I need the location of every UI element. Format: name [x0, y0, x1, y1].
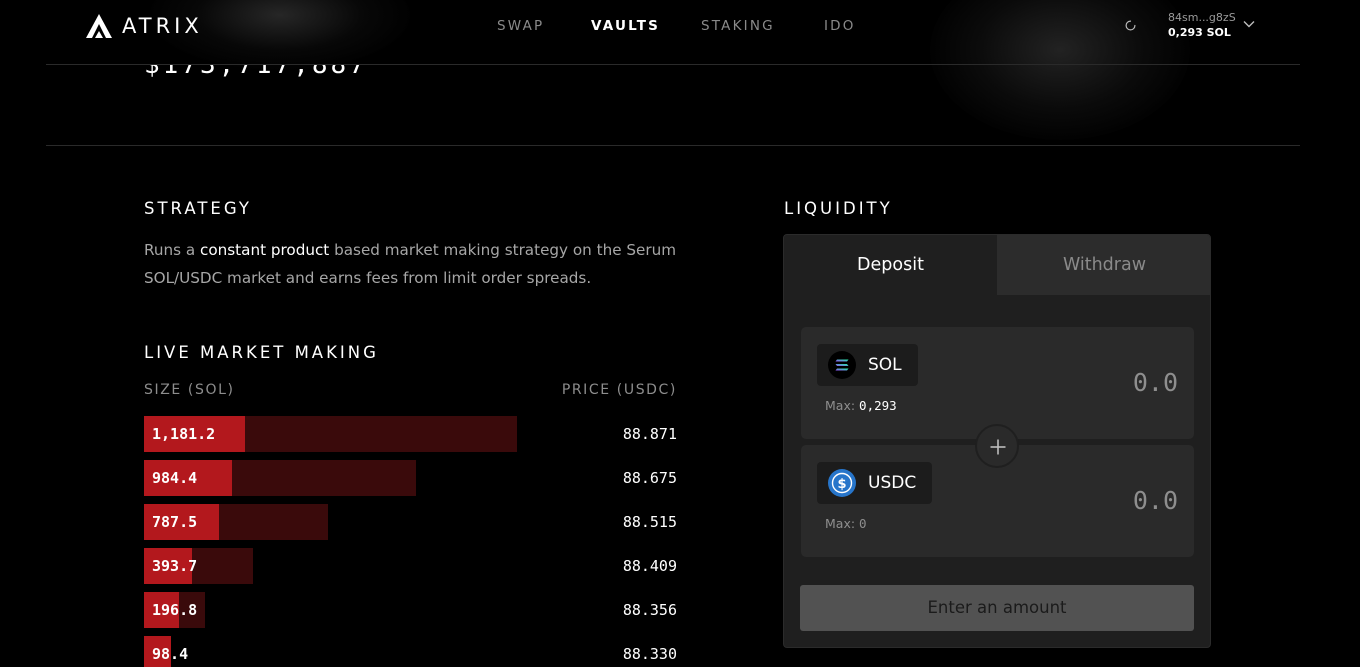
strategy-highlight: constant product	[200, 241, 330, 259]
sol-token-selector[interactable]: SOL	[817, 344, 918, 386]
size-column-header: SIZE (SOL)	[144, 382, 235, 398]
chevron-down-icon[interactable]	[1243, 20, 1255, 28]
order-size: 787.5	[152, 513, 198, 531]
wallet-balance: 0,293 SOL	[1168, 26, 1231, 39]
usdc-token-name: USDC	[868, 473, 917, 493]
nav-vaults[interactable]: VAULTS	[591, 18, 660, 34]
order-size: 1,181.2	[152, 425, 216, 443]
order-row: 984.4 88.675	[144, 460, 677, 496]
tab-withdraw[interactable]: Withdraw	[997, 235, 1210, 295]
strategy-desc-text: Runs a	[144, 241, 200, 259]
order-price: 88.515	[622, 513, 677, 531]
order-size: 196.8	[152, 601, 198, 619]
divider	[46, 145, 1300, 146]
order-row: 787.5 88.515	[144, 504, 677, 540]
top-navbar: ATRIX SWAP VAULTS STAKING IDO 84sm...g8z…	[0, 0, 1360, 52]
nav-swap[interactable]: SWAP	[497, 18, 544, 34]
loading-spinner-icon	[1125, 20, 1136, 31]
liquidity-panel: Deposit Withdraw SOL Max: 0,293 0.0 $ US…	[783, 234, 1211, 648]
order-price: 88.871	[622, 425, 677, 443]
liquidity-title: LIQUIDITY	[784, 199, 893, 218]
sol-max-value: 0,293	[859, 398, 897, 413]
order-row: 1,181.2 88.871	[144, 416, 677, 452]
order-price: 88.409	[622, 557, 677, 575]
page: $173,717,887 ATRIX SWAP VAULTS STAKING I…	[0, 0, 1360, 667]
order-price: 88.675	[622, 469, 677, 487]
add-pair-button[interactable]	[975, 424, 1019, 468]
strategy-title: STRATEGY	[144, 199, 252, 218]
wallet-address: 84sm...g8zS	[1168, 11, 1236, 24]
sol-input-box: SOL Max: 0,293	[801, 327, 1194, 439]
plus-icon	[990, 439, 1006, 455]
solana-icon	[828, 351, 856, 379]
tab-deposit[interactable]: Deposit	[784, 235, 997, 295]
price-column-header: PRICE (USDC)	[561, 382, 677, 398]
order-size: 393.7	[152, 557, 198, 575]
nav-ido[interactable]: IDO	[824, 18, 856, 34]
sol-token-name: SOL	[868, 355, 902, 375]
live-market-making-title: LIVE MARKET MAKING	[144, 343, 379, 362]
max-label: Max:	[825, 398, 856, 413]
order-size: 984.4	[152, 469, 198, 487]
order-row: 393.7 88.409	[144, 548, 677, 584]
divider	[46, 64, 1300, 65]
usdc-icon: $	[828, 469, 856, 497]
max-label: Max:	[825, 516, 856, 531]
order-price: 88.330	[622, 645, 677, 663]
nav-staking[interactable]: STAKING	[701, 18, 775, 34]
svg-text:$: $	[837, 477, 846, 492]
enter-amount-button[interactable]: Enter an amount	[800, 585, 1194, 631]
wallet-button[interactable]: 84sm...g8zS 0,293 SOL	[1168, 11, 1236, 41]
order-price: 88.356	[622, 601, 677, 619]
usdc-amount-input[interactable]	[1018, 482, 1178, 518]
order-size: 98.4	[152, 645, 189, 663]
strategy-description: Runs a constant product based market mak…	[144, 236, 684, 292]
main-nav: SWAP VAULTS STAKING IDO	[0, 18, 1360, 36]
usdc-max: Max: 0	[825, 516, 867, 531]
usdc-token-selector[interactable]: $ USDC	[817, 462, 933, 504]
sol-amount-input[interactable]	[1018, 364, 1178, 400]
sol-max: Max: 0,293	[825, 398, 897, 413]
order-row: 196.8 88.356	[144, 592, 677, 628]
order-row: 98.4 88.330	[144, 636, 677, 667]
usdc-max-value: 0	[859, 516, 867, 531]
